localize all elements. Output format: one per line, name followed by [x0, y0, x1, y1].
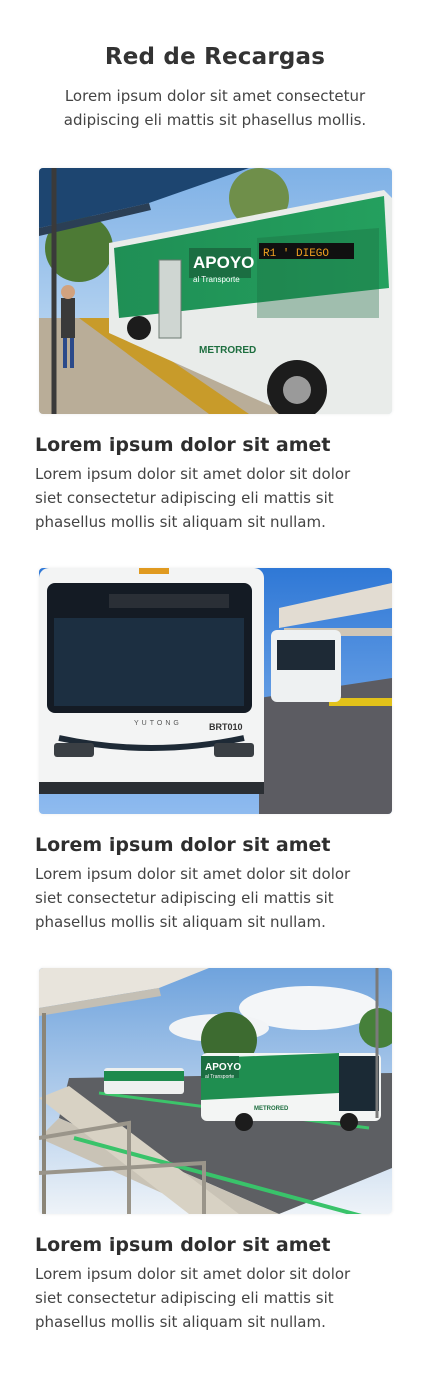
page-subtitle: Lorem ipsum dolor sit amet consectetur a…	[63, 87, 367, 129]
bus-maker: YUTONG	[134, 720, 182, 727]
bus-panel-text: APOYO	[205, 1062, 241, 1073]
card-3: APOYO al Transporte METRORED Lorem ipsum…	[0, 968, 430, 1334]
card-1-title: Lorem ipsum dolor sit amet	[35, 434, 331, 456]
card-2: YUTONG BRT010 Lorem ipsum dolor sit amet…	[0, 568, 430, 934]
bus-stop-photo: APOYO al Transporte R1 ' DIEGO METRORED	[39, 168, 392, 414]
card-2-text: Lorem ipsum dolor sit amet dolor sit dol…	[35, 865, 351, 931]
section-header: Red de Recargas Lorem ipsum dolor sit am…	[0, 0, 430, 132]
page-title: Red de Recargas	[104, 44, 326, 70]
card-1-text: Lorem ipsum dolor sit amet dolor sit dol…	[35, 465, 351, 531]
brt-bus-photo: YUTONG BRT010	[39, 568, 392, 814]
card-3-text: Lorem ipsum dolor sit amet dolor sit dol…	[35, 1265, 351, 1331]
bus-brand: METRORED	[254, 1106, 289, 1112]
bus-number: BRT010	[209, 722, 243, 732]
bus-lane-photo: APOYO al Transporte METRORED	[39, 968, 392, 1214]
card-1: APOYO al Transporte R1 ' DIEGO METRORED	[0, 168, 430, 534]
card-3-image: APOYO al Transporte METRORED	[39, 968, 392, 1214]
card-2-title: Lorem ipsum dolor sit amet	[35, 834, 331, 856]
bus-route-display: R1 ' DIEGO	[263, 248, 329, 260]
bus-panel-sub: al Transporte	[205, 1074, 234, 1080]
card-list: APOYO al Transporte R1 ' DIEGO METRORED	[0, 168, 430, 1334]
card-2-image: YUTONG BRT010	[39, 568, 392, 814]
page: Red de Recargas Lorem ipsum dolor sit am…	[0, 0, 430, 1381]
bus-brand: METRORED	[199, 345, 256, 356]
card-3-title: Lorem ipsum dolor sit amet	[35, 1234, 331, 1256]
bus-panel-sub: al Transporte	[193, 275, 240, 284]
card-1-image: APOYO al Transporte R1 ' DIEGO METRORED	[39, 168, 392, 414]
bus-panel-text: APOYO	[193, 253, 254, 272]
